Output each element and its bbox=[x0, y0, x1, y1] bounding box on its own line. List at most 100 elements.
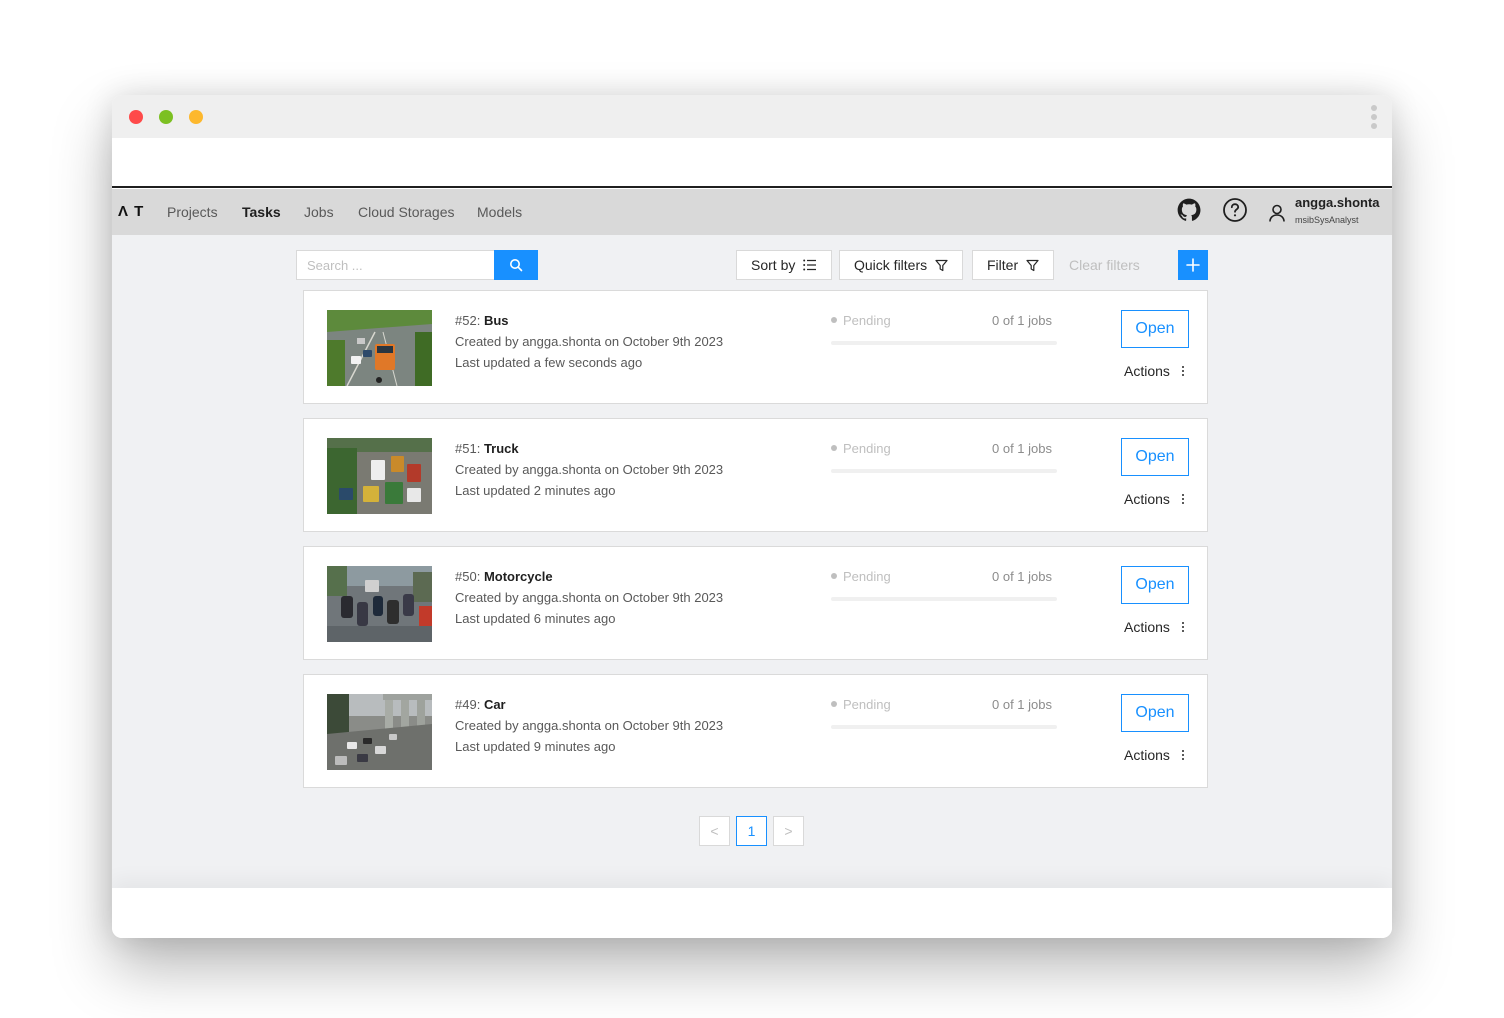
tasks-page: Sort by Quick filters Filter Clear filte… bbox=[112, 235, 1392, 888]
header-bar: Λ T Projects Tasks Jobs Cloud Storages M… bbox=[112, 189, 1392, 235]
more-vertical-icon bbox=[1180, 494, 1186, 504]
actions-menu[interactable]: Actions bbox=[1124, 619, 1186, 635]
status-badge: Pending bbox=[831, 441, 891, 456]
open-task-button[interactable]: Open bbox=[1121, 566, 1189, 604]
status-badge: Pending bbox=[831, 313, 891, 328]
search-input[interactable] bbox=[297, 251, 495, 279]
sort-by-button[interactable]: Sort by bbox=[736, 250, 833, 280]
status-badge: Pending bbox=[831, 569, 891, 584]
task-preview-image[interactable] bbox=[327, 566, 432, 642]
status-dot bbox=[831, 573, 837, 579]
page-1-button[interactable]: 1 bbox=[736, 816, 767, 846]
task-updated: Last updated 2 minutes ago bbox=[455, 483, 616, 498]
jobs-count: 0 of 1 jobs bbox=[992, 697, 1052, 712]
nav-models[interactable]: Models bbox=[477, 204, 522, 220]
task-card: #52: Bus Created by angga.shonta on Octo… bbox=[303, 290, 1208, 404]
quick-filters-label: Quick filters bbox=[854, 257, 928, 273]
github-icon[interactable] bbox=[1176, 197, 1202, 223]
task-preview-image[interactable] bbox=[327, 310, 432, 386]
user-name: angga.shonta bbox=[1295, 195, 1380, 210]
window-titlebar bbox=[112, 95, 1392, 138]
task-preview-image[interactable] bbox=[327, 438, 432, 514]
task-id: #49: bbox=[455, 697, 481, 712]
filter-icon bbox=[935, 259, 948, 271]
status-dot bbox=[831, 701, 837, 707]
next-page-button[interactable]: > bbox=[773, 816, 804, 846]
close-window-button[interactable] bbox=[129, 110, 143, 124]
nav-cloud-storages[interactable]: Cloud Storages bbox=[358, 204, 455, 220]
more-vertical-icon bbox=[1180, 366, 1186, 376]
task-preview-image[interactable] bbox=[327, 694, 432, 770]
quick-filters-button[interactable]: Quick filters bbox=[839, 250, 964, 280]
filter-button[interactable]: Filter bbox=[972, 250, 1055, 280]
nav-projects[interactable]: Projects bbox=[167, 204, 218, 220]
status-text: Pending bbox=[843, 313, 891, 328]
more-vertical-icon bbox=[1180, 622, 1186, 632]
help-icon[interactable] bbox=[1222, 197, 1248, 223]
progress-bar bbox=[831, 341, 1057, 345]
task-card: #49: Car Created by angga.shonta on Octo… bbox=[303, 674, 1208, 788]
task-title[interactable]: #51: Truck bbox=[455, 441, 519, 456]
jobs-count: 0 of 1 jobs bbox=[992, 313, 1052, 328]
task-created: Created by angga.shonta on October 9th 2… bbox=[455, 718, 724, 733]
actions-menu[interactable]: Actions bbox=[1124, 363, 1186, 379]
browser-window: Λ T Projects Tasks Jobs Cloud Storages M… bbox=[112, 95, 1392, 938]
prev-page-button[interactable]: < bbox=[699, 816, 730, 846]
progress-bar bbox=[831, 725, 1057, 729]
task-title[interactable]: #49: Car bbox=[455, 697, 506, 712]
status-text: Pending bbox=[843, 441, 891, 456]
progress-bar bbox=[831, 597, 1057, 601]
task-created: Created by angga.shonta on October 9th 2… bbox=[455, 462, 724, 477]
app-logo[interactable]: Λ T bbox=[118, 203, 144, 220]
minimize-window-button[interactable] bbox=[189, 110, 203, 124]
progress-bar bbox=[831, 469, 1057, 473]
status-text: Pending bbox=[843, 569, 891, 584]
create-task-button[interactable] bbox=[1178, 250, 1208, 280]
blank-area bbox=[112, 138, 1392, 188]
filter-icon bbox=[1026, 259, 1039, 271]
task-id: #52: bbox=[455, 313, 481, 328]
filter-label: Filter bbox=[987, 257, 1019, 273]
task-card: #50: Motorcycle Created by angga.shonta … bbox=[303, 546, 1208, 660]
task-updated: Last updated 6 minutes ago bbox=[455, 611, 616, 626]
nav-tasks[interactable]: Tasks bbox=[242, 204, 281, 220]
actions-label: Actions bbox=[1124, 363, 1170, 379]
user-role: msibSysAnalyst bbox=[1295, 215, 1359, 225]
task-title[interactable]: #52: Bus bbox=[455, 313, 509, 328]
open-task-button[interactable]: Open bbox=[1121, 438, 1189, 476]
clear-filters-button[interactable]: Clear filters bbox=[1069, 257, 1140, 273]
pagination: < 1 > bbox=[699, 816, 804, 846]
task-created: Created by angga.shonta on October 9th 2… bbox=[455, 590, 724, 605]
nav-jobs[interactable]: Jobs bbox=[304, 204, 334, 220]
status-dot bbox=[831, 317, 837, 323]
search-field[interactable] bbox=[296, 250, 495, 280]
sort-list-icon bbox=[803, 259, 817, 271]
status-text: Pending bbox=[843, 697, 891, 712]
task-card: #51: Truck Created by angga.shonta on Oc… bbox=[303, 418, 1208, 532]
task-updated: Last updated a few seconds ago bbox=[455, 355, 643, 370]
search-icon bbox=[510, 259, 523, 272]
more-vertical-icon bbox=[1180, 750, 1186, 760]
task-id: #50: bbox=[455, 569, 481, 584]
task-created: Created by angga.shonta on October 9th 2… bbox=[455, 334, 724, 349]
window-menu-icon[interactable] bbox=[1370, 105, 1378, 129]
actions-menu[interactable]: Actions bbox=[1124, 747, 1186, 763]
status-badge: Pending bbox=[831, 697, 891, 712]
task-updated: Last updated 9 minutes ago bbox=[455, 739, 616, 754]
open-task-button[interactable]: Open bbox=[1121, 694, 1189, 732]
status-dot bbox=[831, 445, 837, 451]
sort-by-label: Sort by bbox=[751, 257, 796, 273]
search-button[interactable] bbox=[494, 250, 538, 280]
task-id: #51: bbox=[455, 441, 481, 456]
maximize-window-button[interactable] bbox=[159, 110, 173, 124]
open-task-button[interactable]: Open bbox=[1121, 310, 1189, 348]
task-name: Bus bbox=[483, 313, 509, 328]
actions-menu[interactable]: Actions bbox=[1124, 491, 1186, 507]
actions-label: Actions bbox=[1124, 619, 1170, 635]
task-title[interactable]: #50: Motorcycle bbox=[455, 569, 553, 584]
task-name: Truck bbox=[483, 441, 519, 456]
plus-icon bbox=[1186, 258, 1200, 272]
task-name: Motorcycle bbox=[483, 569, 553, 584]
footer-area bbox=[112, 888, 1392, 938]
user-icon bbox=[1267, 203, 1287, 223]
